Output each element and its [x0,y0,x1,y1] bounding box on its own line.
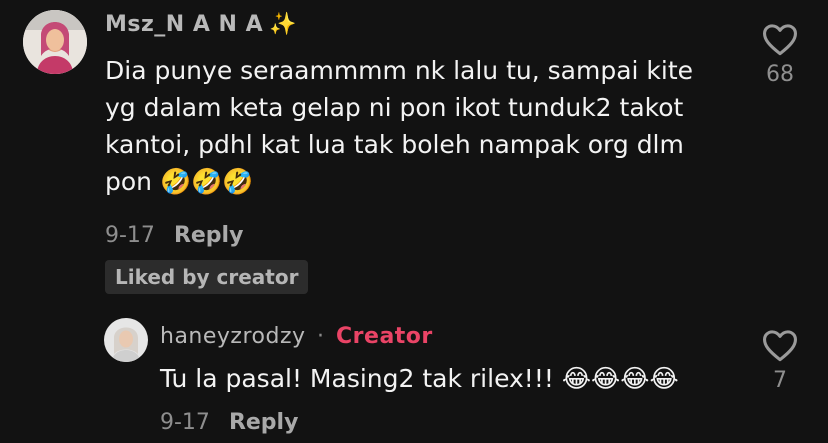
comment-username[interactable]: haneyzrodzy · Creator [160,324,433,349]
avatar[interactable] [23,10,87,74]
comment-text: Dia punye seraammmm nk lalu tu, sampai k… [105,52,693,200]
separator: · [317,324,325,349]
avatar[interactable] [104,318,148,362]
sparkle-emoji: ✨ [269,12,298,37]
creator-label: Creator [336,324,433,349]
like-button[interactable]: 7 [750,328,810,393]
liked-by-creator-badge: Liked by creator [105,260,309,294]
comment-line: Dia punye seraammmm nk lalu tu, sampai k… [105,56,694,85]
comment-line: pon 🤣🤣🤣 [105,167,254,196]
reply-button[interactable]: Reply [174,223,244,248]
comment-meta: 9-17 Reply [105,223,243,248]
comment-line: yg dalam keta gelap ni pon ikot tunduk2 … [105,93,684,122]
avatar-icon [104,318,148,362]
reply-button[interactable]: Reply [229,410,299,435]
like-count: 7 [773,368,787,393]
laughing-emojis: 🤣🤣🤣 [159,167,254,196]
comment-meta: 9-17 Reply [160,410,298,435]
comment-line: kantoi, pdhl kat lua tak boleh nampak or… [105,130,684,159]
comment-username[interactable]: Msz_N A N A ✨ [105,12,297,37]
comment-text: Tu la pasal! Masing2 tak rilex!!! 😂😂😂😂 [160,364,679,393]
comment-date: 9-17 [160,410,210,435]
avatar-icon [23,10,87,74]
heart-outline-icon[interactable] [761,328,799,362]
laughing-emojis: 😂😂😂😂 [561,364,679,393]
comment-date: 9-17 [105,223,155,248]
like-count: 68 [766,62,794,87]
like-button[interactable]: 68 [750,22,810,87]
heart-outline-icon[interactable] [761,22,799,56]
